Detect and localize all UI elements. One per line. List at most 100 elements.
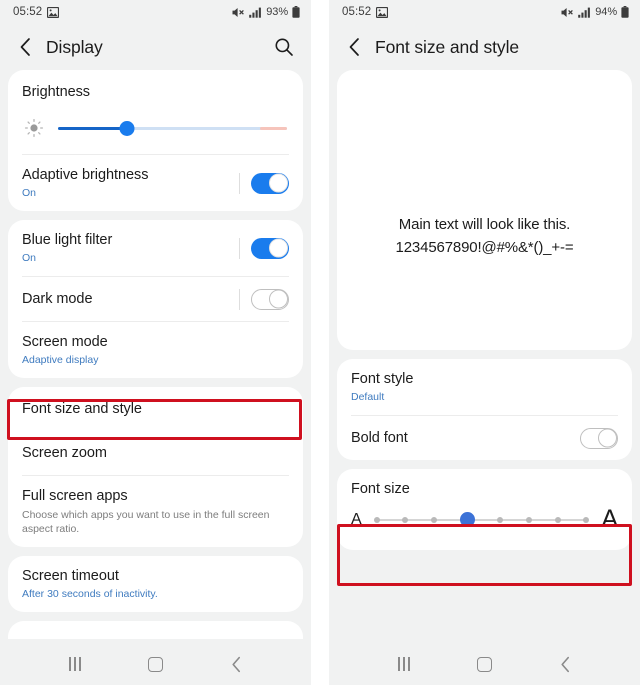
brightness-slider-thumb[interactable]	[119, 120, 135, 136]
blue-light-filter-toggle[interactable]	[251, 237, 289, 259]
bold-font-row[interactable]: Bold font	[337, 416, 632, 460]
dark-mode-label: Dark mode	[22, 290, 93, 307]
mute-icon	[561, 7, 574, 17]
nav-bar-right	[329, 643, 640, 685]
nav-back-button[interactable]	[217, 649, 257, 679]
font-style-value: Default	[351, 390, 385, 403]
font-size-slider-row[interactable]: A A	[351, 507, 618, 544]
battery-percent: 94%	[595, 6, 617, 18]
home-button[interactable]	[465, 649, 505, 679]
font-size-tick-row	[373, 512, 590, 528]
screen-zoom-row[interactable]: Screen zoom	[8, 431, 303, 475]
adaptive-brightness-toggle[interactable]	[251, 172, 289, 194]
font-size-tick-3[interactable]	[430, 516, 437, 523]
display-modes-card: Blue light filter On Dark mode Screen mo…	[8, 220, 303, 379]
brightness-sun-icon	[24, 118, 44, 138]
brightness-track-tail	[259, 126, 287, 130]
blue-light-filter-toggle-wrap	[231, 237, 289, 259]
home-icon	[148, 656, 163, 672]
brightness-text: Brightness	[22, 72, 289, 113]
brightness-card: Brightness Adaptive brightness On	[8, 70, 303, 212]
status-time: 05:52	[13, 6, 43, 18]
font-size-card: Font size A A	[337, 469, 632, 551]
screen-mode-row[interactable]: Screen mode Adaptive display	[8, 322, 303, 378]
toggle-divider	[239, 237, 240, 259]
blue-light-filter-label: Blue light filter	[22, 232, 113, 249]
preview-text-line-2: 1234567890!@#%&*()_+-=	[395, 239, 574, 256]
font-and-zoom-card: Font size and style Screen zoom Full scr…	[8, 387, 303, 548]
adaptive-brightness-label: Adaptive brightness	[22, 167, 149, 183]
home-icon	[477, 656, 492, 672]
battery-icon	[292, 6, 300, 18]
font-preview-card: Main text will look like this. 123456789…	[337, 70, 632, 350]
screen-zoom-text: Screen zoom	[22, 433, 289, 474]
nav-back-button[interactable]	[546, 649, 586, 679]
adaptive-brightness-row[interactable]: Adaptive brightness On	[8, 155, 303, 211]
nav-bar-left	[0, 643, 311, 685]
font-size-tick-7[interactable]	[554, 516, 561, 523]
screen-mode-label: Screen mode	[22, 334, 108, 351]
toggle-knob	[598, 428, 617, 448]
font-size-and-style-text: Font size and style	[22, 389, 289, 430]
home-button[interactable]	[136, 649, 176, 679]
screen-timeout-row[interactable]: Screen timeout After 30 seconds of inact…	[8, 556, 303, 612]
battery-icon	[621, 6, 629, 18]
font-size-tick-1[interactable]	[373, 516, 380, 523]
font-size-tick-8[interactable]	[583, 516, 590, 523]
recents-button[interactable]	[384, 649, 424, 679]
brightness-track-fill	[58, 126, 127, 130]
font-style-text: Font style Default	[351, 359, 618, 415]
full-screen-apps-text: Full screen apps Choose which apps you w…	[22, 476, 289, 547]
brightness-row: Brightness	[8, 70, 303, 114]
screenshot-root: 05:52 93% Display Brightness Adaptive br…	[0, 0, 640, 685]
dark-mode-toggle[interactable]	[251, 288, 289, 310]
preview-text-line-1: Main text will look like this.	[398, 215, 571, 233]
font-size-tick-6[interactable]	[525, 516, 532, 523]
adaptive-brightness-toggle-wrap	[231, 172, 289, 194]
back-chevron-icon	[232, 656, 240, 672]
app-bar-font-size-and-style: Font size and style	[329, 24, 640, 70]
status-bar-left-group: 05:52	[342, 6, 389, 18]
font-settings-list: Main text will look like this. 123456789…	[329, 70, 640, 551]
font-size-and-style-row[interactable]: Font size and style	[8, 387, 303, 431]
font-size-label: Font size	[351, 481, 410, 498]
font-size-and-style-screen: 05:52 94% Font size and style Main text …	[329, 0, 640, 685]
brightness-slider[interactable]	[58, 120, 287, 136]
recents-button[interactable]	[55, 649, 95, 679]
back-chevron-icon	[349, 38, 359, 56]
mute-icon	[232, 7, 245, 17]
font-size-tick-5[interactable]	[497, 516, 504, 523]
status-time: 05:52	[342, 6, 372, 18]
app-bar-display: Display	[0, 24, 311, 70]
font-size-slider[interactable]	[373, 511, 590, 529]
image-icon	[47, 6, 60, 18]
recents-icon	[68, 657, 81, 671]
font-size-tick-2[interactable]	[402, 516, 409, 523]
dark-mode-row[interactable]: Dark mode	[8, 277, 303, 321]
status-bar-right-group: 93%	[232, 6, 300, 18]
blue-light-filter-row[interactable]: Blue light filter On	[8, 220, 303, 276]
toggle-knob	[269, 289, 288, 309]
full-screen-apps-row[interactable]: Full screen apps Choose which apps you w…	[8, 476, 303, 547]
brightness-label: Brightness	[22, 83, 91, 100]
adaptive-brightness-status: On	[22, 186, 37, 199]
back-button[interactable]	[12, 34, 38, 60]
screen-timeout-value: After 30 seconds of inactivity.	[22, 588, 158, 601]
back-chevron-icon	[561, 656, 569, 672]
search-button[interactable]	[271, 34, 297, 60]
screen-mode-value: Adaptive display	[22, 353, 99, 366]
battery-percent: 93%	[266, 6, 288, 18]
bold-font-toggle[interactable]	[580, 427, 618, 449]
font-size-slider-thumb[interactable]	[459, 512, 475, 528]
search-icon	[275, 38, 293, 56]
toggle-knob	[269, 238, 288, 258]
font-style-label: Font style	[351, 371, 414, 387]
brightness-slider-row[interactable]	[8, 114, 303, 154]
font-size-large-label: A	[601, 505, 618, 534]
bold-font-text: Bold font	[351, 418, 572, 459]
screen-mode-text: Screen mode Adaptive display	[22, 322, 289, 378]
bold-font-label: Bold font	[351, 429, 408, 446]
back-button[interactable]	[341, 34, 367, 60]
adaptive-brightness-text: Adaptive brightness On	[22, 155, 231, 211]
font-style-row[interactable]: Font style Default	[337, 359, 632, 415]
